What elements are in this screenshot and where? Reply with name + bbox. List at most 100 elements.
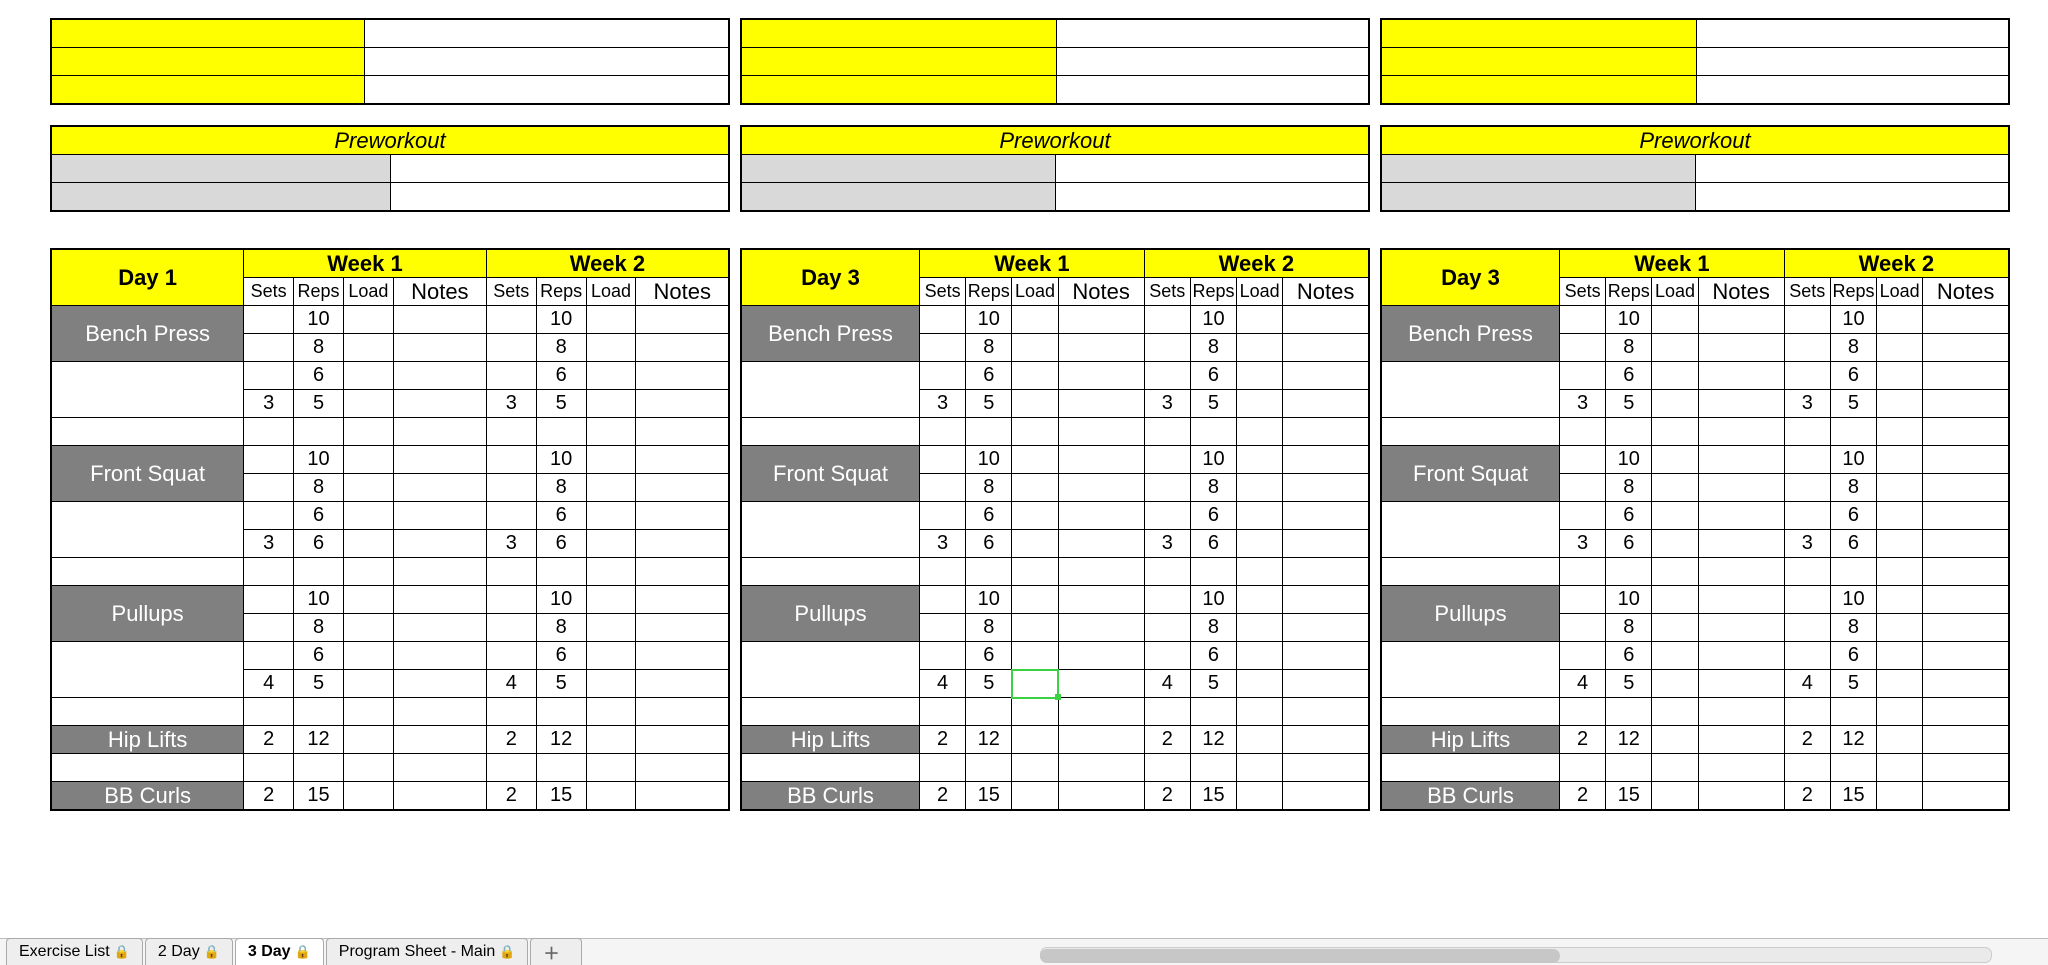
notes-cell[interactable] xyxy=(393,334,486,362)
sets-cell[interactable]: 2 xyxy=(1560,726,1606,754)
reps-cell[interactable]: 8 xyxy=(1606,614,1652,642)
spacer-cell[interactable] xyxy=(1144,754,1190,782)
notes-cell[interactable] xyxy=(1058,670,1144,698)
spacer-cell[interactable] xyxy=(966,698,1012,726)
load-cell[interactable] xyxy=(1237,726,1283,754)
sets-cell[interactable] xyxy=(486,334,536,362)
sets-cell[interactable] xyxy=(1784,474,1830,502)
preworkout-value-cell[interactable] xyxy=(1055,183,1369,212)
sets-cell[interactable]: 3 xyxy=(244,390,294,418)
notes-cell[interactable] xyxy=(1283,474,1369,502)
reps-cell[interactable]: 6 xyxy=(1606,362,1652,390)
spacer-cell[interactable] xyxy=(1784,698,1830,726)
spacer-cell[interactable] xyxy=(1058,754,1144,782)
spacer-cell[interactable] xyxy=(741,418,920,446)
load-cell[interactable] xyxy=(1237,362,1283,390)
spacer-cell[interactable] xyxy=(343,698,393,726)
spacer-cell[interactable] xyxy=(244,698,294,726)
notes-cell[interactable] xyxy=(393,306,486,334)
reps-cell[interactable]: 5 xyxy=(1190,670,1236,698)
notes-cell[interactable] xyxy=(1698,614,1784,642)
load-cell[interactable] xyxy=(1652,390,1698,418)
sets-cell[interactable]: 2 xyxy=(920,726,966,754)
spacer-cell[interactable] xyxy=(536,418,586,446)
preworkout-value-cell[interactable] xyxy=(1695,183,2009,212)
exercise-name-blank[interactable] xyxy=(741,362,920,418)
sets-cell[interactable] xyxy=(244,642,294,670)
reps-cell[interactable]: 10 xyxy=(294,306,344,334)
header-blank-cell[interactable] xyxy=(1057,76,1370,105)
notes-cell[interactable] xyxy=(636,474,729,502)
spacer-cell[interactable] xyxy=(1283,698,1369,726)
load-cell[interactable] xyxy=(1237,670,1283,698)
sets-cell[interactable] xyxy=(1560,362,1606,390)
load-cell[interactable] xyxy=(1652,614,1698,642)
spacer-cell[interactable] xyxy=(1237,698,1283,726)
sets-cell[interactable]: 3 xyxy=(486,530,536,558)
sets-cell[interactable] xyxy=(1560,614,1606,642)
notes-cell[interactable] xyxy=(1058,390,1144,418)
preworkout-name-cell[interactable] xyxy=(51,183,390,212)
notes-cell[interactable] xyxy=(1923,446,2009,474)
spacer-cell[interactable] xyxy=(1606,698,1652,726)
sets-cell[interactable] xyxy=(1560,334,1606,362)
load-cell[interactable] xyxy=(1012,474,1058,502)
spacer-cell[interactable] xyxy=(536,558,586,586)
exercise-name[interactable]: Bench Press xyxy=(1381,306,1560,362)
spacer-cell[interactable] xyxy=(1560,754,1606,782)
preworkout-value-cell[interactable] xyxy=(1055,155,1369,183)
notes-cell[interactable] xyxy=(636,502,729,530)
sets-cell[interactable] xyxy=(1144,474,1190,502)
reps-cell[interactable]: 15 xyxy=(1190,782,1236,811)
sets-cell[interactable] xyxy=(486,614,536,642)
spacer-cell[interactable] xyxy=(1381,754,1560,782)
reps-cell[interactable]: 12 xyxy=(1830,726,1876,754)
notes-cell[interactable] xyxy=(1923,586,2009,614)
sets-cell[interactable]: 3 xyxy=(1784,390,1830,418)
spacer-cell[interactable] xyxy=(536,698,586,726)
sets-cell[interactable] xyxy=(920,474,966,502)
spacer-cell[interactable] xyxy=(741,698,920,726)
exercise-name-blank[interactable] xyxy=(1381,362,1560,418)
load-cell[interactable] xyxy=(1012,614,1058,642)
load-cell[interactable] xyxy=(1877,446,1923,474)
load-cell[interactable] xyxy=(343,390,393,418)
reps-cell[interactable]: 5 xyxy=(1190,390,1236,418)
spacer-cell[interactable] xyxy=(343,558,393,586)
load-cell[interactable] xyxy=(586,446,636,474)
exercise-name-blank[interactable] xyxy=(1381,642,1560,698)
notes-cell[interactable] xyxy=(636,586,729,614)
spacer-cell[interactable] xyxy=(1830,698,1876,726)
reps-cell[interactable]: 15 xyxy=(1830,782,1876,811)
load-cell[interactable] xyxy=(1877,670,1923,698)
preworkout-name-cell[interactable] xyxy=(1381,183,1695,212)
load-cell[interactable] xyxy=(586,390,636,418)
header-blank-cell[interactable] xyxy=(364,76,729,105)
notes-cell[interactable] xyxy=(1058,502,1144,530)
exercise-name[interactable]: BB Curls xyxy=(741,782,920,811)
reps-cell[interactable]: 10 xyxy=(536,446,586,474)
spacer-cell[interactable] xyxy=(343,754,393,782)
sets-cell[interactable] xyxy=(920,446,966,474)
sets-cell[interactable] xyxy=(1144,502,1190,530)
header-yellow-cell[interactable] xyxy=(1381,76,1697,105)
load-cell[interactable] xyxy=(586,586,636,614)
reps-cell[interactable]: 8 xyxy=(536,474,586,502)
notes-cell[interactable] xyxy=(1923,726,2009,754)
sets-cell[interactable]: 3 xyxy=(920,390,966,418)
sets-cell[interactable] xyxy=(486,642,536,670)
notes-cell[interactable] xyxy=(1058,446,1144,474)
reps-cell[interactable]: 8 xyxy=(536,334,586,362)
sets-cell[interactable] xyxy=(1144,642,1190,670)
load-cell[interactable] xyxy=(1877,586,1923,614)
reps-cell[interactable]: 8 xyxy=(294,614,344,642)
reps-cell[interactable]: 5 xyxy=(966,670,1012,698)
load-cell[interactable] xyxy=(586,782,636,811)
preworkout-name-cell[interactable] xyxy=(1381,155,1695,183)
reps-cell[interactable]: 8 xyxy=(1830,474,1876,502)
header-yellow-cell[interactable] xyxy=(51,76,364,105)
reps-cell[interactable]: 6 xyxy=(966,362,1012,390)
notes-cell[interactable] xyxy=(1058,306,1144,334)
notes-cell[interactable] xyxy=(1058,642,1144,670)
notes-cell[interactable] xyxy=(1283,446,1369,474)
